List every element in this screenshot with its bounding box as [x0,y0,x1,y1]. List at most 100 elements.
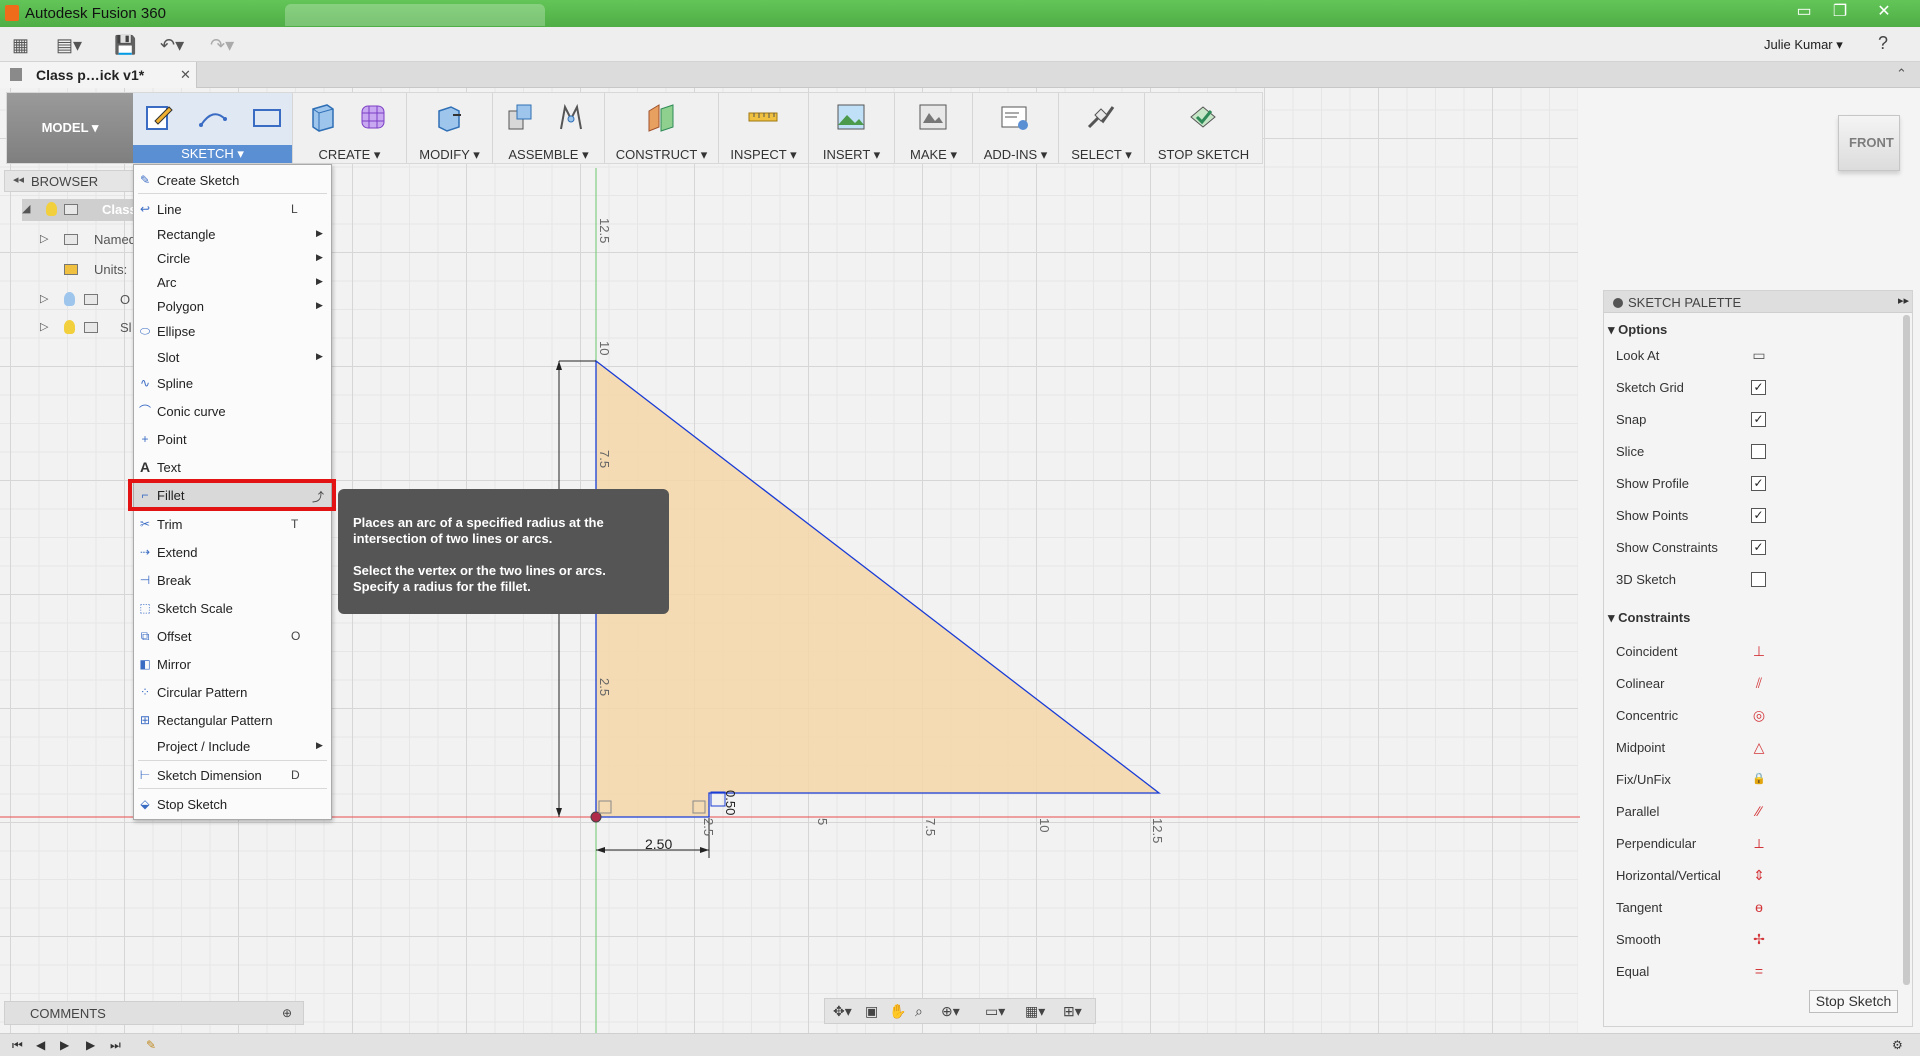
menu-item-rectangle[interactable]: Rectangle ▶ [134,222,331,246]
viewports-icon[interactable]: ⊞▾ [1063,1003,1082,1020]
visibility-bulb-icon[interactable] [46,202,57,216]
comments-panel[interactable]: COMMENTS ⊕ [4,1001,304,1025]
menu-item-stop-sketch[interactable]: ⬙ Stop Sketch [134,792,331,816]
stop-sketch-icon[interactable] [1187,101,1219,133]
sketch-grid-checkbox[interactable]: ✓ [1751,380,1766,395]
form-icon[interactable] [357,101,389,133]
step-forward-icon[interactable]: ▶ [86,1038,95,1052]
look-at-icon[interactable]: ▣ [865,1003,878,1020]
menu-item-project-include[interactable]: Project / Include ▶ [134,734,331,758]
option-show-constraints[interactable]: Show Constraints ✓ [1616,537,1906,559]
play-icon[interactable]: ▶ [60,1038,69,1052]
add-ins-menu-label[interactable]: ADD-INS ▾ [973,147,1058,163]
make-menu-label[interactable]: MAKE ▾ [895,147,972,163]
palette-header[interactable]: SKETCH PALETTE ▸▸ [1604,291,1912,313]
menu-item-arc[interactable]: Arc ▶ [134,270,331,294]
look-at-icon[interactable]: ▭ [1751,346,1767,364]
stop-sketch-button[interactable]: Stop Sketch [1809,990,1898,1013]
user-menu[interactable]: Julie Kumar ▾ [1764,37,1843,53]
option-snap[interactable]: Snap ✓ [1616,409,1906,431]
option-look-at[interactable]: Look At ▭ [1616,345,1906,367]
maximize-button[interactable]: ❐ [1826,1,1854,23]
midpoint-icon[interactable]: △ [1751,738,1767,756]
collapse-browser-icon[interactable]: ◂◂ [13,173,24,186]
smooth-icon[interactable]: ✢ [1751,930,1767,948]
orbit-icon[interactable]: ✥▾ [833,1003,852,1020]
assemble-group[interactable]: ASSEMBLE ▾ [493,93,605,163]
construct-menu-label[interactable]: CONSTRUCT ▾ [605,147,718,163]
menu-item-sketch-dimension[interactable]: ⊢ Sketch Dimension D [134,763,331,787]
palette-scrollbar[interactable] [1903,315,1910,985]
3d-print-icon[interactable] [917,101,949,133]
menu-item-point[interactable]: + Point [134,427,331,451]
pan-hand-icon[interactable]: ✋ [889,1003,906,1020]
constraint-midpoint[interactable]: Midpoint △ [1616,737,1906,759]
option-sketch-grid[interactable]: Sketch Grid ✓ [1616,377,1906,399]
inspect-menu-label[interactable]: INSPECT ▾ [719,147,808,163]
insert-image-icon[interactable] [835,101,867,133]
line-tool-icon[interactable] [197,101,229,133]
menu-item-conic-curve[interactable]: ⌒ Conic curve [134,399,331,423]
sketch-group[interactable]: SKETCH ▾ [133,93,293,163]
new-component-icon[interactable] [505,101,537,133]
save-icon[interactable]: 💾 [114,35,136,56]
menu-item-sketch-scale[interactable]: ⬚ Sketch Scale [134,596,331,620]
option-show-points[interactable]: Show Points ✓ [1616,505,1906,527]
coincident-icon[interactable]: ⊥ [1751,642,1767,660]
select-menu-label[interactable]: SELECT ▾ [1059,147,1144,163]
assemble-menu-label[interactable]: ASSEMBLE ▾ [493,147,604,163]
menu-item-offset[interactable]: ⧉ Offset O [134,624,331,648]
rectangle-tool-icon[interactable] [251,101,283,133]
expand-icon[interactable]: ▷ [40,292,48,305]
offset-plane-icon[interactable] [645,101,677,133]
close-tab-icon[interactable]: ✕ [180,67,191,83]
menu-item-circle[interactable]: Circle ▶ [134,246,331,270]
joint-icon[interactable] [555,101,587,133]
3d-sketch-checkbox[interactable] [1751,572,1766,587]
go-to-end-icon[interactable]: ⏭ [110,1038,121,1053]
equal-icon[interactable]: = [1751,962,1767,980]
menu-item-extend[interactable]: ⇢ Extend [134,540,331,564]
menu-item-ellipse[interactable]: ⬭ Ellipse [134,319,331,343]
horizontal-vertical-icon[interactable]: ⇕ [1751,866,1767,884]
data-panel-grid-icon[interactable]: ▦ [12,35,29,56]
modify-menu-label[interactable]: MODIFY ▾ [407,147,492,163]
tangent-icon[interactable]: ɵ [1751,898,1767,916]
press-pull-icon[interactable] [433,101,465,133]
menu-item-create-sketch[interactable]: ✎ Create Sketch [134,168,331,192]
show-constraints-checkbox[interactable]: ✓ [1751,540,1766,555]
box-icon[interactable] [307,101,339,133]
snap-checkbox[interactable]: ✓ [1751,412,1766,427]
show-points-checkbox[interactable]: ✓ [1751,508,1766,523]
menu-item-mirror[interactable]: ◧ Mirror [134,652,331,676]
browser-item-origin[interactable]: ▷ O [22,289,140,311]
menu-item-polygon[interactable]: Polygon ▶ [134,294,331,318]
stop-sketch-label[interactable]: STOP SKETCH [1145,147,1262,162]
constraint-smooth[interactable]: Smooth ✢ [1616,929,1906,951]
zoom-icon[interactable]: ⌕ [915,1003,923,1020]
menu-item-rectangular-pattern[interactable]: ⊞ Rectangular Pattern [134,708,331,732]
modify-group[interactable]: MODIFY ▾ [407,93,493,163]
option-show-profile[interactable]: Show Profile ✓ [1616,473,1906,495]
concentric-icon[interactable]: ◎ [1751,706,1767,724]
visibility-bulb-icon[interactable] [64,320,75,334]
step-back-icon[interactable]: ◀ [36,1038,45,1052]
redo-icon[interactable]: ↷▾ [210,35,234,56]
create-menu-label[interactable]: CREATE ▾ [293,147,406,163]
insert-group[interactable]: INSERT ▾ [809,93,895,163]
palette-expand-icon[interactable]: ▸▸ [1898,294,1909,307]
go-to-start-icon[interactable]: ⏮ [12,1038,23,1053]
fit-icon[interactable]: ⊕▾ [941,1003,960,1020]
constraint-tangent[interactable]: Tangent ɵ [1616,897,1906,919]
constraint-parallel[interactable]: Parallel ∕∕ [1616,801,1906,823]
document-tab[interactable]: Class p…ick v1* ✕ [0,62,197,88]
slice-checkbox[interactable] [1751,444,1766,459]
constraint-perpendicular[interactable]: Perpendicular ⟂ [1616,833,1906,855]
add-comment-icon[interactable]: ⊕ [282,1006,292,1020]
parallel-icon[interactable]: ∕∕ [1751,802,1767,820]
add-ins-group[interactable]: ADD-INS ▾ [973,93,1059,163]
timeline-sketch-feature-icon[interactable]: ✎ [146,1038,156,1052]
browser-item-named-views[interactable]: ▷ Named [22,229,140,251]
measure-icon[interactable] [747,101,779,133]
browser-header[interactable]: ◂◂ BROWSER [4,170,140,192]
